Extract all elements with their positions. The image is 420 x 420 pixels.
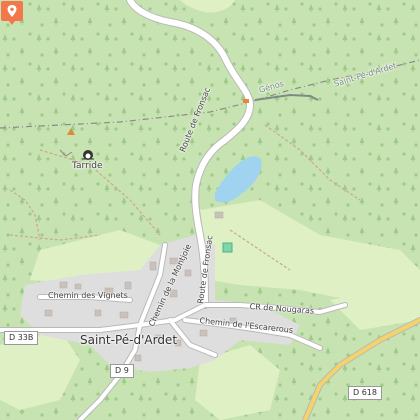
map-canvas[interactable]: Route de Fronsac Route de Fronsac Chemin… bbox=[0, 0, 420, 420]
road-label-chemin-vignets: Chemin des Vignets bbox=[48, 291, 128, 300]
shield-d33b: D 33B bbox=[4, 331, 39, 345]
map-base-layer bbox=[0, 0, 420, 420]
place-label-village[interactable]: Saint-Pé-d'Ardet bbox=[80, 333, 177, 347]
map-pin-icon[interactable] bbox=[0, 0, 24, 26]
shield-d618: D 618 bbox=[348, 386, 382, 400]
place-label-tarride[interactable]: Tarride bbox=[72, 161, 103, 171]
shield-d9: D 9 bbox=[110, 364, 134, 378]
square-poi bbox=[222, 242, 233, 253]
